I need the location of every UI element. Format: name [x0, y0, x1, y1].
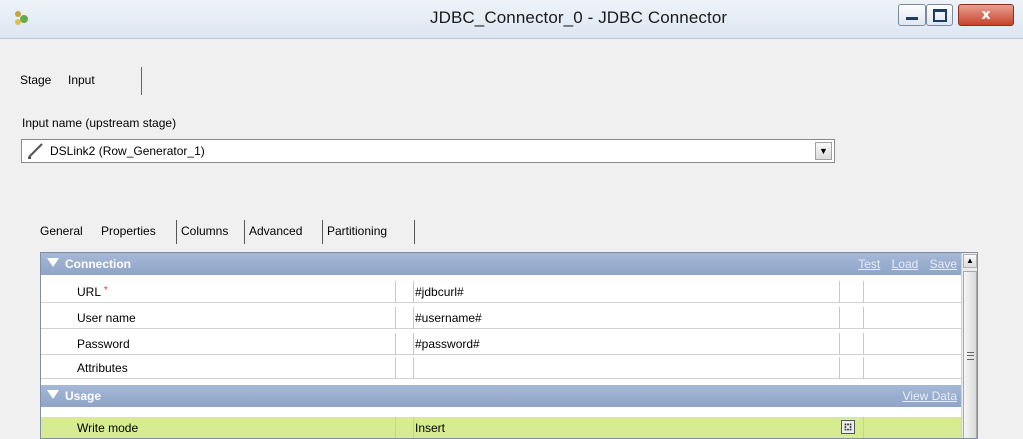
column-divider [395, 417, 396, 438]
input-name-select[interactable]: DSLink2 (Row_Generator_1) ▼ [21, 139, 835, 163]
tab-divider [414, 220, 415, 244]
section-usage[interactable]: Usage View Data [41, 385, 961, 407]
tab-divider [244, 220, 245, 244]
column-divider [413, 417, 414, 438]
properties-grid: Connection Test Load Save URL * #jdbcurl… [40, 252, 978, 439]
scrollbar-thumb[interactable] [963, 271, 977, 438]
minimize-icon [906, 16, 918, 20]
grip-icon [967, 352, 974, 360]
column-divider [863, 307, 864, 329]
column-divider [413, 307, 414, 329]
property-name: Password [77, 337, 130, 351]
input-name-label: Input name (upstream stage) [22, 116, 177, 130]
column-divider [863, 281, 864, 303]
vertical-scrollbar[interactable]: ▲ [961, 253, 977, 438]
section-links: View Data [895, 389, 957, 403]
column-divider [413, 333, 414, 355]
ellipsis-button-icon[interactable] [841, 420, 855, 434]
maximize-button[interactable] [926, 4, 953, 26]
tab-stage[interactable]: Stage [20, 73, 51, 87]
column-divider [863, 357, 864, 379]
test-link[interactable]: Test [858, 257, 880, 271]
tab-advanced[interactable]: Advanced [249, 224, 302, 238]
column-divider [839, 333, 840, 355]
property-row[interactable]: URL * #jdbcurl# [41, 281, 961, 303]
section-label: Connection [65, 257, 131, 271]
section-label: Usage [65, 389, 102, 403]
property-value[interactable]: #username# [415, 311, 482, 325]
column-divider [839, 307, 840, 329]
column-divider [395, 357, 396, 379]
close-icon: x [981, 7, 991, 23]
section-connection[interactable]: Connection Test Load Save [41, 253, 961, 275]
column-divider [395, 333, 396, 355]
minimize-button[interactable] [898, 4, 926, 26]
property-row[interactable]: Attributes [41, 357, 961, 379]
required-marker: * [103, 285, 108, 296]
property-name: URL * [77, 285, 108, 299]
tab-columns[interactable]: Columns [181, 224, 228, 238]
column-divider [839, 281, 840, 303]
tab-input[interactable]: Input [68, 73, 95, 87]
view-data-link[interactable]: View Data [903, 389, 957, 403]
column-divider [863, 417, 864, 438]
input-name-value: DSLink2 (Row_Generator_1) [50, 144, 205, 158]
tab-properties[interactable]: Properties [101, 224, 156, 238]
tab-divider [176, 220, 177, 244]
tab-divider [141, 67, 142, 95]
close-button[interactable]: x [958, 4, 1014, 26]
column-divider [413, 357, 414, 379]
pencil-icon [28, 143, 43, 159]
column-divider [413, 281, 414, 303]
property-name: User name [77, 311, 136, 325]
save-link[interactable]: Save [930, 257, 957, 271]
property-value[interactable]: #password# [415, 337, 480, 351]
load-link[interactable]: Load [892, 257, 919, 271]
property-value[interactable]: #jdbcurl# [415, 285, 464, 299]
property-row-selected[interactable]: Write mode Insert [41, 417, 961, 438]
column-divider [839, 357, 840, 379]
title-bar: JDBC_Connector_0 - JDBC Connector x [0, 0, 1023, 39]
column-divider [395, 307, 396, 329]
property-name: Attributes [77, 361, 128, 375]
tab-general[interactable]: General [40, 224, 83, 238]
chevron-down-icon[interactable]: ▼ [815, 142, 832, 160]
column-divider [395, 281, 396, 303]
tab-divider [322, 220, 323, 244]
property-value[interactable]: Insert [415, 421, 445, 435]
property-name: Write mode [77, 421, 139, 435]
window-title: JDBC_Connector_0 - JDBC Connector [430, 8, 728, 27]
column-divider [863, 333, 864, 355]
property-row[interactable]: User name #username# [41, 307, 961, 329]
scroll-up-icon[interactable]: ▲ [963, 254, 977, 268]
property-row[interactable]: Password #password# [41, 333, 961, 355]
section-links: Test Load Save [850, 257, 957, 271]
collapse-arrow-icon[interactable] [47, 258, 59, 267]
collapse-arrow-icon[interactable] [47, 390, 59, 399]
maximize-icon [932, 8, 947, 22]
app-icon [15, 11, 28, 25]
tab-partitioning[interactable]: Partitioning [327, 224, 387, 238]
